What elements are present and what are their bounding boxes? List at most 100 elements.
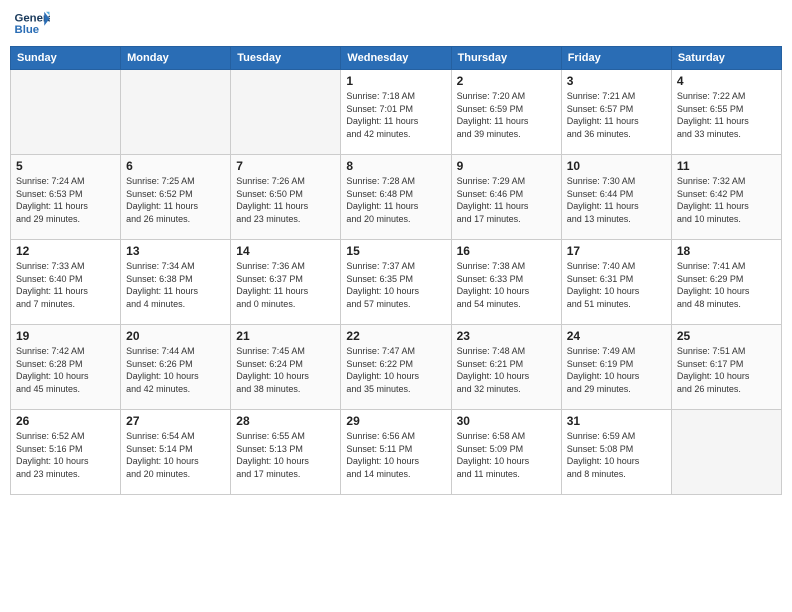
- calendar-cell: 7 Sunrise: 7:26 AM Sunset: 6:50 PM Daylig…: [231, 155, 341, 240]
- logo-icon: General Blue: [14, 10, 50, 38]
- calendar-cell: 13Sunrise: 7:34 AM Sunset: 6:38 PM Dayli…: [121, 240, 231, 325]
- day-number: 14: [236, 244, 335, 258]
- logo: General Blue: [14, 10, 50, 38]
- calendar-cell: 22 Sunrise: 7:47 AM Sunset: 6:22 PM Dayli…: [341, 325, 451, 410]
- day-number: 19: [16, 329, 115, 343]
- svg-text:Blue: Blue: [15, 24, 40, 36]
- weekday-header-monday: Monday: [121, 47, 231, 70]
- calendar-cell: 27 Sunrise: 6:54 AM Sunset: 5:14 PM Dayli…: [121, 410, 231, 495]
- day-info: Sunrise: 7:47 AM Sunset: 6:22 PM Dayligh…: [346, 345, 445, 395]
- calendar-cell: 20 Sunrise: 7:44 AM Sunset: 6:26 PM Dayli…: [121, 325, 231, 410]
- calendar-cell: 9 Sunrise: 7:29 AM Sunset: 6:46 PM Daylig…: [451, 155, 561, 240]
- calendar-cell: 17 Sunrise: 7:40 AM Sunset: 6:31 PM Dayli…: [561, 240, 671, 325]
- day-info: Sunrise: 7:40 AM Sunset: 6:31 PM Dayligh…: [567, 260, 666, 310]
- day-number: 28: [236, 414, 335, 428]
- day-info: Sunrise: 7:33 AM Sunset: 6:40 PM Dayligh…: [16, 260, 115, 310]
- week-row-1: 1 Sunrise: 7:18 AM Sunset: 7:01 PM Daylig…: [11, 70, 782, 155]
- calendar-cell: [231, 70, 341, 155]
- day-number: 11: [677, 159, 776, 173]
- day-info: Sunrise: 7:38 AM Sunset: 6:33 PM Dayligh…: [457, 260, 556, 310]
- day-number: 1: [346, 74, 445, 88]
- calendar-cell: 26 Sunrise: 6:52 AM Sunset: 5:16 PM Dayli…: [11, 410, 121, 495]
- day-number: 2: [457, 74, 556, 88]
- calendar-cell: 21 Sunrise: 7:45 AM Sunset: 6:24 PM Dayli…: [231, 325, 341, 410]
- day-number: 5: [16, 159, 115, 173]
- calendar-cell: 31Sunrise: 6:59 AM Sunset: 5:08 PM Dayli…: [561, 410, 671, 495]
- header: General Blue: [10, 10, 782, 38]
- day-number: 20: [126, 329, 225, 343]
- day-info: Sunrise: 7:21 AM Sunset: 6:57 PM Dayligh…: [567, 90, 666, 140]
- calendar-cell: 29 Sunrise: 6:56 AM Sunset: 5:11 PM Dayli…: [341, 410, 451, 495]
- day-info: Sunrise: 7:20 AM Sunset: 6:59 PM Dayligh…: [457, 90, 556, 140]
- calendar-cell: 19Sunrise: 7:42 AM Sunset: 6:28 PM Dayli…: [11, 325, 121, 410]
- day-number: 27: [126, 414, 225, 428]
- day-number: 29: [346, 414, 445, 428]
- calendar: SundayMondayTuesdayWednesdayThursdayFrid…: [10, 46, 782, 495]
- calendar-cell: 5 Sunrise: 7:24 AM Sunset: 6:53 PM Daylig…: [11, 155, 121, 240]
- calendar-cell: 28Sunrise: 6:55 AM Sunset: 5:13 PM Dayli…: [231, 410, 341, 495]
- day-number: 18: [677, 244, 776, 258]
- day-info: Sunrise: 7:32 AM Sunset: 6:42 PM Dayligh…: [677, 175, 776, 225]
- calendar-cell: 2 Sunrise: 7:20 AM Sunset: 6:59 PM Daylig…: [451, 70, 561, 155]
- page: General Blue SundayMondayTuesdayWednesda…: [0, 0, 792, 612]
- day-info: Sunrise: 7:25 AM Sunset: 6:52 PM Dayligh…: [126, 175, 225, 225]
- day-info: Sunrise: 7:45 AM Sunset: 6:24 PM Dayligh…: [236, 345, 335, 395]
- calendar-cell: 6Sunrise: 7:25 AM Sunset: 6:52 PM Daylig…: [121, 155, 231, 240]
- day-info: Sunrise: 6:59 AM Sunset: 5:08 PM Dayligh…: [567, 430, 666, 480]
- calendar-cell: 30 Sunrise: 6:58 AM Sunset: 5:09 PM Dayli…: [451, 410, 561, 495]
- day-info: Sunrise: 7:30 AM Sunset: 6:44 PM Dayligh…: [567, 175, 666, 225]
- week-row-4: 19Sunrise: 7:42 AM Sunset: 6:28 PM Dayli…: [11, 325, 782, 410]
- week-row-3: 12 Sunrise: 7:33 AM Sunset: 6:40 PM Dayli…: [11, 240, 782, 325]
- calendar-cell: [671, 410, 781, 495]
- weekday-header-wednesday: Wednesday: [341, 47, 451, 70]
- day-info: Sunrise: 7:48 AM Sunset: 6:21 PM Dayligh…: [457, 345, 556, 395]
- weekday-header-saturday: Saturday: [671, 47, 781, 70]
- day-info: Sunrise: 7:41 AM Sunset: 6:29 PM Dayligh…: [677, 260, 776, 310]
- day-info: Sunrise: 6:58 AM Sunset: 5:09 PM Dayligh…: [457, 430, 556, 480]
- calendar-cell: 4 Sunrise: 7:22 AM Sunset: 6:55 PM Daylig…: [671, 70, 781, 155]
- calendar-cell: 14Sunrise: 7:36 AM Sunset: 6:37 PM Dayli…: [231, 240, 341, 325]
- calendar-cell: 25Sunrise: 7:51 AM Sunset: 6:17 PM Dayli…: [671, 325, 781, 410]
- day-info: Sunrise: 7:26 AM Sunset: 6:50 PM Dayligh…: [236, 175, 335, 225]
- calendar-cell: 16 Sunrise: 7:38 AM Sunset: 6:33 PM Dayli…: [451, 240, 561, 325]
- day-info: Sunrise: 6:56 AM Sunset: 5:11 PM Dayligh…: [346, 430, 445, 480]
- day-number: 30: [457, 414, 556, 428]
- weekday-header-row: SundayMondayTuesdayWednesdayThursdayFrid…: [11, 47, 782, 70]
- calendar-cell: 11 Sunrise: 7:32 AM Sunset: 6:42 PM Dayli…: [671, 155, 781, 240]
- day-number: 26: [16, 414, 115, 428]
- calendar-cell: 10 Sunrise: 7:30 AM Sunset: 6:44 PM Dayli…: [561, 155, 671, 240]
- day-number: 23: [457, 329, 556, 343]
- weekday-header-tuesday: Tuesday: [231, 47, 341, 70]
- calendar-cell: [121, 70, 231, 155]
- day-info: Sunrise: 7:44 AM Sunset: 6:26 PM Dayligh…: [126, 345, 225, 395]
- day-info: Sunrise: 7:22 AM Sunset: 6:55 PM Dayligh…: [677, 90, 776, 140]
- day-info: Sunrise: 7:29 AM Sunset: 6:46 PM Dayligh…: [457, 175, 556, 225]
- day-number: 25: [677, 329, 776, 343]
- day-info: Sunrise: 6:54 AM Sunset: 5:14 PM Dayligh…: [126, 430, 225, 480]
- weekday-header-thursday: Thursday: [451, 47, 561, 70]
- calendar-cell: 1 Sunrise: 7:18 AM Sunset: 7:01 PM Daylig…: [341, 70, 451, 155]
- day-info: Sunrise: 6:52 AM Sunset: 5:16 PM Dayligh…: [16, 430, 115, 480]
- day-info: Sunrise: 7:18 AM Sunset: 7:01 PM Dayligh…: [346, 90, 445, 140]
- day-number: 22: [346, 329, 445, 343]
- week-row-2: 5 Sunrise: 7:24 AM Sunset: 6:53 PM Daylig…: [11, 155, 782, 240]
- day-info: Sunrise: 7:34 AM Sunset: 6:38 PM Dayligh…: [126, 260, 225, 310]
- day-number: 4: [677, 74, 776, 88]
- calendar-cell: [11, 70, 121, 155]
- day-number: 7: [236, 159, 335, 173]
- calendar-cell: 3Sunrise: 7:21 AM Sunset: 6:57 PM Daylig…: [561, 70, 671, 155]
- week-row-5: 26 Sunrise: 6:52 AM Sunset: 5:16 PM Dayli…: [11, 410, 782, 495]
- weekday-header-friday: Friday: [561, 47, 671, 70]
- calendar-cell: 24Sunrise: 7:49 AM Sunset: 6:19 PM Dayli…: [561, 325, 671, 410]
- day-number: 10: [567, 159, 666, 173]
- day-info: Sunrise: 7:49 AM Sunset: 6:19 PM Dayligh…: [567, 345, 666, 395]
- day-number: 15: [346, 244, 445, 258]
- day-number: 12: [16, 244, 115, 258]
- day-number: 21: [236, 329, 335, 343]
- calendar-cell: 23 Sunrise: 7:48 AM Sunset: 6:21 PM Dayli…: [451, 325, 561, 410]
- calendar-cell: 12 Sunrise: 7:33 AM Sunset: 6:40 PM Dayli…: [11, 240, 121, 325]
- day-number: 17: [567, 244, 666, 258]
- day-info: Sunrise: 7:24 AM Sunset: 6:53 PM Dayligh…: [16, 175, 115, 225]
- day-number: 9: [457, 159, 556, 173]
- day-number: 16: [457, 244, 556, 258]
